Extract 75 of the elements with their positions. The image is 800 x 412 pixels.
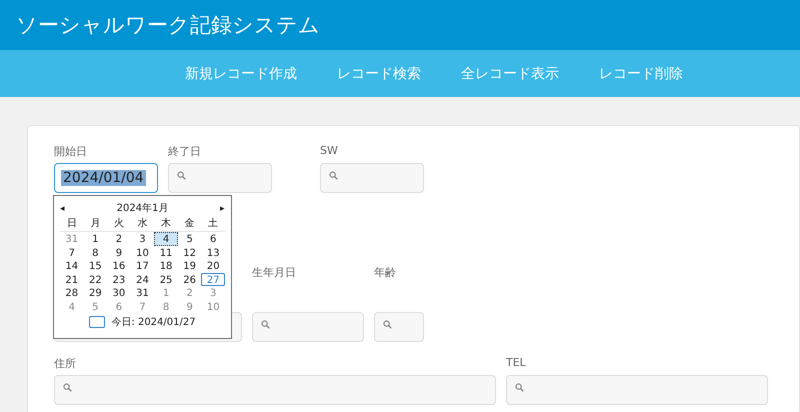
weekday-label: 火 bbox=[112, 216, 125, 231]
calendar-day[interactable]: 22 bbox=[84, 272, 108, 286]
field-label: SW bbox=[320, 144, 339, 159]
today-marker-icon bbox=[89, 316, 106, 328]
calendar-day[interactable]: 4 bbox=[154, 232, 178, 246]
calendar-day[interactable]: 20 bbox=[201, 259, 225, 272]
calendar-day[interactable]: 18 bbox=[154, 259, 178, 272]
field-label: 年齢 bbox=[374, 265, 397, 280]
input-field[interactable] bbox=[506, 375, 768, 405]
calendar-day[interactable]: 1 bbox=[154, 286, 178, 300]
calendar-day[interactable]: 17 bbox=[130, 259, 154, 272]
weekday-label: 水 bbox=[136, 216, 148, 231]
calendar-day[interactable]: 27 bbox=[201, 272, 225, 286]
calendar-day[interactable]: 10 bbox=[130, 246, 154, 259]
calendar-day[interactable]: 16 bbox=[107, 259, 131, 272]
field-label: 住所 bbox=[54, 356, 77, 371]
calendar-day[interactable]: 6 bbox=[107, 300, 131, 313]
calendar-day[interactable]: 23 bbox=[107, 272, 131, 286]
calendar-day[interactable]: 25 bbox=[154, 272, 178, 286]
calendar-day[interactable]: 7 bbox=[130, 300, 154, 313]
weekday-label: 木 bbox=[160, 216, 172, 231]
calendar-day[interactable]: 10 bbox=[201, 300, 225, 313]
calendar-day[interactable]: 3 bbox=[201, 286, 225, 300]
calendar-day[interactable]: 6 bbox=[201, 232, 225, 246]
search-icon bbox=[63, 382, 72, 392]
calendar-day[interactable]: 31 bbox=[130, 286, 154, 300]
calendar-day[interactable]: 3 bbox=[130, 232, 154, 246]
calendar-day[interactable]: 4 bbox=[60, 300, 84, 313]
input-field[interactable] bbox=[252, 312, 364, 342]
calendar-day[interactable]: 14 bbox=[60, 259, 84, 272]
input-field[interactable] bbox=[320, 163, 424, 193]
calendar-day[interactable]: 30 bbox=[107, 286, 131, 300]
field-label: 開始日 bbox=[54, 144, 88, 159]
calendar-day[interactable]: 19 bbox=[178, 259, 202, 272]
calendar-day[interactable]: 8 bbox=[84, 246, 108, 259]
field-label: 終了日 bbox=[168, 144, 202, 159]
input-field[interactable]: 2024/01/04 bbox=[54, 163, 158, 193]
calendar-day[interactable]: 21 bbox=[60, 272, 84, 286]
input-field[interactable] bbox=[54, 375, 496, 405]
calendar-day[interactable]: 31 bbox=[60, 232, 84, 246]
weekday-label: 日 bbox=[66, 217, 78, 231]
calendar-day[interactable]: 9 bbox=[178, 300, 202, 313]
input-field[interactable] bbox=[374, 312, 424, 342]
calendar-day[interactable]: 9 bbox=[107, 246, 131, 259]
calendar-day[interactable]: 13 bbox=[201, 246, 225, 259]
search-icon bbox=[515, 382, 524, 392]
field-label: 生年月日 bbox=[252, 265, 297, 280]
calendar-day[interactable]: 1 bbox=[84, 232, 108, 246]
input-field[interactable] bbox=[168, 163, 272, 193]
next-month-button[interactable]: ▸ bbox=[220, 203, 225, 213]
search-icon bbox=[261, 320, 270, 328]
search-icon bbox=[329, 170, 338, 180]
calendar-day[interactable]: 5 bbox=[84, 300, 108, 313]
app-title: ソーシャルワーク記録システム bbox=[16, 12, 320, 39]
search-icon bbox=[177, 170, 186, 180]
calendar-day[interactable]: 2 bbox=[107, 232, 131, 246]
calendar-day[interactable]: 7 bbox=[60, 246, 84, 259]
calendar-day[interactable]: 12 bbox=[178, 246, 202, 259]
weekday-label: 月 bbox=[89, 217, 102, 231]
calendar-day[interactable]: 15 bbox=[84, 259, 108, 272]
search-icon bbox=[383, 320, 392, 328]
weekday-label: 土 bbox=[207, 216, 220, 231]
calendar-day[interactable]: 11 bbox=[154, 246, 178, 259]
calendar-day[interactable]: 5 bbox=[178, 232, 202, 246]
calendar-day[interactable]: 28 bbox=[60, 286, 84, 300]
prev-month-button[interactable]: ◂ bbox=[60, 203, 65, 213]
calendar-day[interactable]: 8 bbox=[154, 300, 178, 313]
calendar-day[interactable]: 24 bbox=[130, 272, 154, 286]
month-title: 2024年1月 bbox=[116, 202, 168, 215]
field-label: TEL bbox=[506, 356, 527, 371]
weekday-label: 金 bbox=[184, 217, 196, 231]
calendar-day[interactable]: 29 bbox=[84, 286, 108, 300]
calendar-day[interactable]: 2 bbox=[178, 286, 202, 300]
calendar-day[interactable]: 26 bbox=[178, 272, 202, 286]
today-label[interactable]: 今日: 2024/01/27 bbox=[111, 315, 196, 329]
